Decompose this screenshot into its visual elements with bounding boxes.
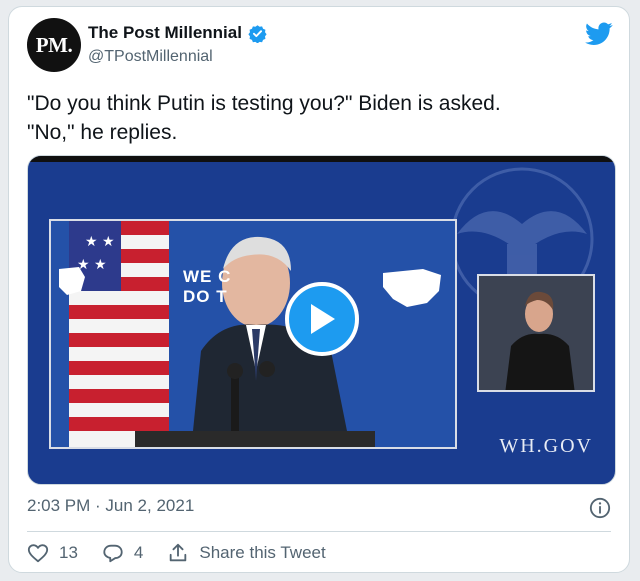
backdrop-text: WE C DO T: [183, 267, 231, 307]
svg-text:★ ★: ★ ★: [77, 257, 107, 273]
play-icon: [311, 304, 335, 334]
tweet-card: PM. The Post Millennial @TPostMillennial…: [8, 6, 630, 573]
wh-gov-watermark: WH.GOV: [499, 435, 593, 457]
reply-bubble-icon: [103, 544, 123, 563]
backdrop-text-line: WE C: [183, 267, 232, 286]
handle[interactable]: @TPostMillennial: [88, 48, 213, 66]
reply-count: 4: [133, 543, 144, 562]
reply-button[interactable]: 4: [102, 542, 143, 564]
tweet-text-line: "No," he replies.: [27, 121, 178, 144]
share-label: Share this Tweet: [199, 543, 326, 562]
divider: [27, 531, 611, 532]
podium: [135, 431, 375, 447]
display-name[interactable]: The Post Millennial: [88, 23, 242, 43]
video-frame: ★ ★ ★ ★ WE C DO T: [49, 219, 457, 449]
american-flag: ★ ★ ★ ★: [69, 221, 169, 447]
like-button[interactable]: 13: [27, 542, 78, 564]
us-map-right: [383, 269, 441, 307]
twitter-bird-icon[interactable]: [585, 22, 613, 46]
backdrop-text-line: DO T: [183, 287, 228, 306]
avatar-text: PM.: [35, 32, 73, 57]
tweet-text-line: "Do you think Putin is testing you?" Bid…: [27, 92, 501, 115]
heart-icon: [27, 544, 49, 563]
info-icon[interactable]: [589, 497, 611, 519]
video-top-bar: [28, 156, 615, 162]
play-button[interactable]: [285, 282, 359, 356]
interpreter-figure: [479, 276, 593, 390]
share-icon: [170, 543, 187, 562]
author-name-row: The Post Millennial: [88, 23, 267, 43]
share-button[interactable]: Share this Tweet: [167, 542, 326, 564]
video-player[interactable]: ★ ★ ★ ★ WE C DO T WH.GOV: [27, 155, 616, 485]
video-scene: ★ ★ ★ ★: [59, 221, 441, 447]
avatar[interactable]: PM.: [27, 18, 81, 72]
verified-badge-icon: [248, 24, 267, 43]
like-count: 13: [59, 543, 78, 562]
svg-text:★ ★: ★ ★: [85, 234, 115, 250]
action-bar: 13 4 Share this Tweet: [27, 542, 326, 564]
sign-language-interpreter-inset: [477, 274, 595, 392]
tweet-timestamp[interactable]: 2:03 PM · Jun 2, 2021: [27, 496, 194, 516]
tweet-text: "Do you think Putin is testing you?" Bid…: [27, 89, 617, 147]
